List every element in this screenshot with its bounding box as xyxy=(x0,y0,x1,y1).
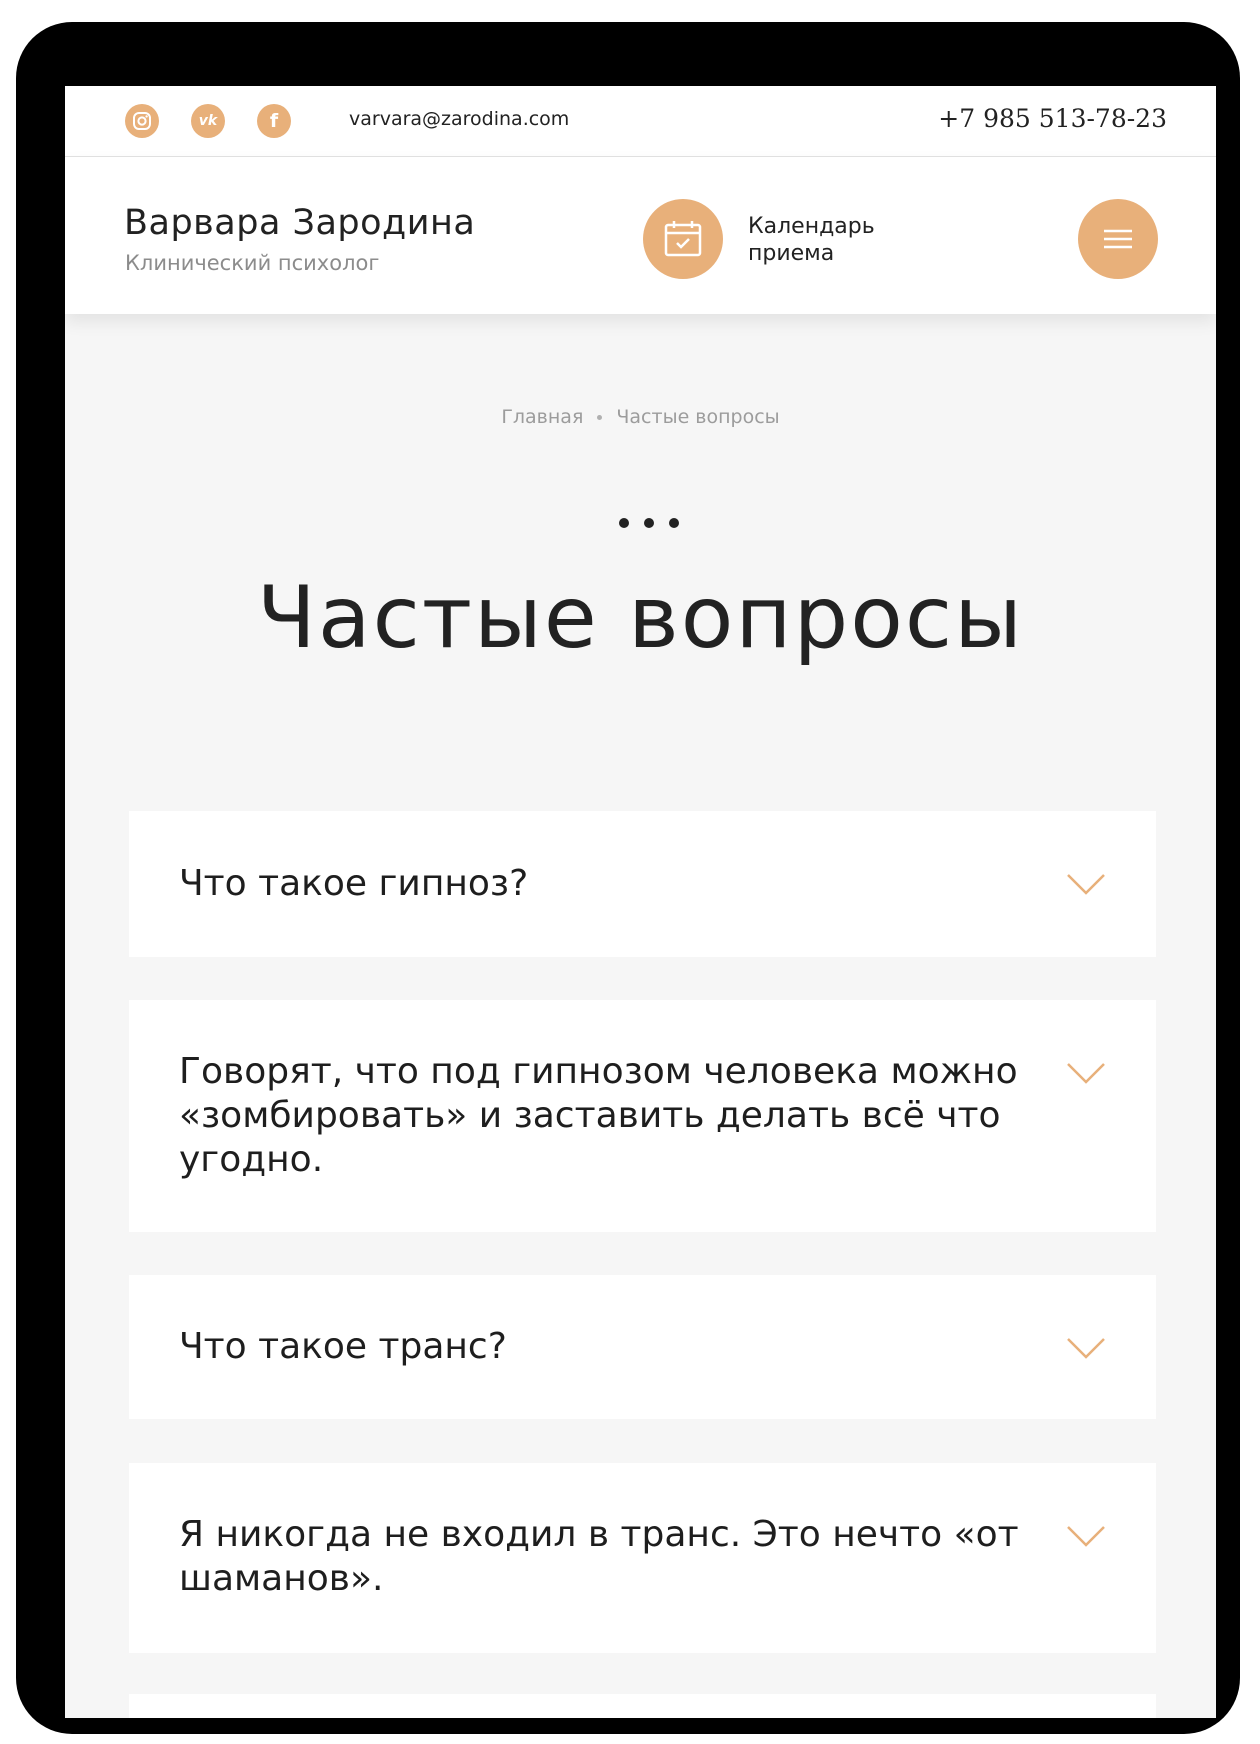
email-link[interactable]: varvara@zarodina.com xyxy=(349,108,569,130)
calendar-label[interactable]: Календарь приема xyxy=(748,213,898,267)
menu-button[interactable] xyxy=(1078,199,1158,279)
top-contact-bar: vk f varvara@zarodina.com +7 985 513-78-… xyxy=(65,86,1216,157)
faq-item[interactable]: Что такое гипноз? xyxy=(129,811,1156,957)
breadcrumb-current: Частые вопросы xyxy=(616,406,780,428)
phone-link[interactable]: +7 985 513-78-23 xyxy=(938,104,1167,133)
calendar-label-line1: Календарь xyxy=(748,214,875,239)
chevron-down-icon xyxy=(1067,1063,1105,1084)
breadcrumb-home[interactable]: Главная xyxy=(501,406,583,428)
chevron-down-icon xyxy=(1067,1526,1105,1547)
calendar-button[interactable] xyxy=(643,199,723,279)
decorative-dots xyxy=(619,518,679,530)
faq-question: Что такое гипноз? xyxy=(179,863,529,904)
device-frame: vk f varvara@zarodina.com +7 985 513-78-… xyxy=(16,22,1240,1734)
calendar-label-line2: приема xyxy=(748,241,835,266)
brand-name[interactable]: Варвара Зародина xyxy=(124,203,475,243)
facebook-icon[interactable]: f xyxy=(257,104,291,138)
site-header: Варвара Зародина Клинический психолог Ка… xyxy=(65,157,1216,314)
page-title: Частые вопросы xyxy=(256,568,1025,668)
faq-item[interactable]: Говорят, что под гипнозом человека можно… xyxy=(129,1000,1156,1232)
faq-item-partial[interactable] xyxy=(129,1694,1156,1718)
faq-item[interactable]: Я никогда не входил в транс. Это нечто «… xyxy=(129,1463,1156,1653)
chevron-down-icon xyxy=(1067,874,1105,895)
instagram-icon[interactable] xyxy=(125,104,159,138)
screen: vk f varvara@zarodina.com +7 985 513-78-… xyxy=(65,86,1216,1718)
faq-question: Что такое транс? xyxy=(179,1326,507,1367)
faq-question: Говорят, что под гипнозом человека можно… xyxy=(179,1051,1018,1180)
vk-icon[interactable]: vk xyxy=(191,104,225,138)
brand-subtitle: Клинический психолог xyxy=(125,251,380,275)
breadcrumb-separator xyxy=(597,415,603,420)
calendar-icon xyxy=(664,221,702,257)
chevron-down-icon xyxy=(1067,1338,1105,1359)
hamburger-icon xyxy=(1104,229,1132,249)
faq-question: Я никогда не входил в транс. Это нечто «… xyxy=(179,1514,1019,1599)
faq-item[interactable]: Что такое транс? xyxy=(129,1275,1156,1419)
breadcrumb: Главная Частые вопросы xyxy=(65,406,1216,428)
